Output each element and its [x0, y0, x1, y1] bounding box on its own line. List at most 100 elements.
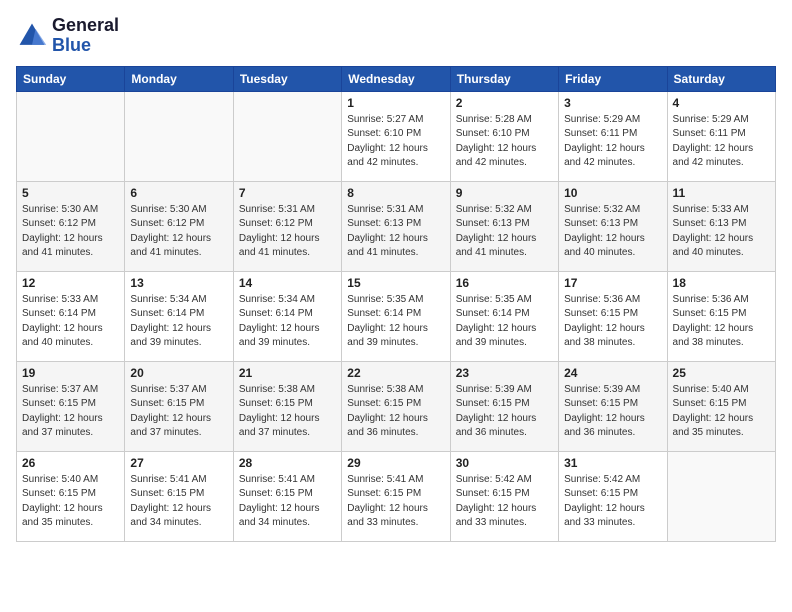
day-number: 8: [347, 186, 444, 200]
day-number: 18: [673, 276, 770, 290]
calendar-header-saturday: Saturday: [667, 66, 775, 91]
day-number: 14: [239, 276, 336, 290]
day-number: 10: [564, 186, 661, 200]
day-number: 15: [347, 276, 444, 290]
calendar-cell: 14 Sunrise: 5:34 AM Sunset: 6:14 PM Dayli…: [233, 271, 341, 361]
day-number: 27: [130, 456, 227, 470]
calendar-cell: 24 Sunrise: 5:39 AM Sunset: 6:15 PM Dayli…: [559, 361, 667, 451]
logo-icon: [16, 20, 48, 52]
day-number: 11: [673, 186, 770, 200]
calendar-cell: 19 Sunrise: 5:37 AM Sunset: 6:15 PM Dayli…: [17, 361, 125, 451]
day-info: Sunrise: 5:27 AM Sunset: 6:10 PM Dayligh…: [347, 113, 444, 171]
calendar-cell: 2 Sunrise: 5:28 AM Sunset: 6:10 PM Daylig…: [450, 91, 558, 181]
calendar-cell: 1 Sunrise: 5:27 AM Sunset: 6:10 PM Daylig…: [342, 91, 450, 181]
day-number: 25: [673, 366, 770, 380]
day-info: Sunrise: 5:30 AM Sunset: 6:12 PM Dayligh…: [130, 203, 227, 261]
calendar-cell: 3 Sunrise: 5:29 AM Sunset: 6:11 PM Daylig…: [559, 91, 667, 181]
day-info: Sunrise: 5:34 AM Sunset: 6:14 PM Dayligh…: [239, 293, 336, 351]
calendar-cell: 18 Sunrise: 5:36 AM Sunset: 6:15 PM Dayli…: [667, 271, 775, 361]
calendar-cell: [125, 91, 233, 181]
calendar-week-1: 1 Sunrise: 5:27 AM Sunset: 6:10 PM Daylig…: [17, 91, 776, 181]
day-info: Sunrise: 5:37 AM Sunset: 6:15 PM Dayligh…: [22, 383, 119, 441]
calendar-cell: 6Sunrise: 5:30 AM Sunset: 6:12 PM Daylig…: [125, 181, 233, 271]
day-number: 21: [239, 366, 336, 380]
day-info: Sunrise: 5:36 AM Sunset: 6:15 PM Dayligh…: [673, 293, 770, 351]
day-info: Sunrise: 5:39 AM Sunset: 6:15 PM Dayligh…: [564, 383, 661, 441]
day-number: 7: [239, 186, 336, 200]
day-number: 9: [456, 186, 553, 200]
day-info: Sunrise: 5:28 AM Sunset: 6:10 PM Dayligh…: [456, 113, 553, 171]
calendar-cell: 23Sunrise: 5:39 AM Sunset: 6:15 PM Dayli…: [450, 361, 558, 451]
day-number: 12: [22, 276, 119, 290]
calendar-header-sunday: Sunday: [17, 66, 125, 91]
day-number: 16: [456, 276, 553, 290]
calendar-cell: 28 Sunrise: 5:41 AM Sunset: 6:15 PM Dayli…: [233, 451, 341, 541]
day-info: Sunrise: 5:31 AM Sunset: 6:12 PM Dayligh…: [239, 203, 336, 261]
day-info: Sunrise: 5:31 AM Sunset: 6:13 PM Dayligh…: [347, 203, 444, 261]
day-number: 2: [456, 96, 553, 110]
calendar-cell: 10Sunrise: 5:32 AM Sunset: 6:13 PM Dayli…: [559, 181, 667, 271]
calendar-cell: 13Sunrise: 5:34 AM Sunset: 6:14 PM Dayli…: [125, 271, 233, 361]
day-number: 1: [347, 96, 444, 110]
day-info: Sunrise: 5:41 AM Sunset: 6:15 PM Dayligh…: [130, 473, 227, 531]
calendar-cell: 9 Sunrise: 5:32 AM Sunset: 6:13 PM Daylig…: [450, 181, 558, 271]
calendar-cell: 21Sunrise: 5:38 AM Sunset: 6:15 PM Dayli…: [233, 361, 341, 451]
day-number: 26: [22, 456, 119, 470]
calendar-cell: 31 Sunrise: 5:42 AM Sunset: 6:15 PM Dayli…: [559, 451, 667, 541]
day-info: Sunrise: 5:34 AM Sunset: 6:14 PM Dayligh…: [130, 293, 227, 351]
calendar-cell: 5 Sunrise: 5:30 AM Sunset: 6:12 PM Daylig…: [17, 181, 125, 271]
calendar-cell: [233, 91, 341, 181]
day-info: Sunrise: 5:40 AM Sunset: 6:15 PM Dayligh…: [673, 383, 770, 441]
calendar-week-5: 26 Sunrise: 5:40 AM Sunset: 6:15 PM Dayli…: [17, 451, 776, 541]
day-info: Sunrise: 5:36 AM Sunset: 6:15 PM Dayligh…: [564, 293, 661, 351]
day-number: 29: [347, 456, 444, 470]
calendar-table: SundayMondayTuesdayWednesdayThursdayFrid…: [16, 66, 776, 542]
day-number: 17: [564, 276, 661, 290]
calendar-cell: 7 Sunrise: 5:31 AM Sunset: 6:12 PM Daylig…: [233, 181, 341, 271]
calendar-header-tuesday: Tuesday: [233, 66, 341, 91]
calendar-header-wednesday: Wednesday: [342, 66, 450, 91]
day-number: 19: [22, 366, 119, 380]
day-info: Sunrise: 5:29 AM Sunset: 6:11 PM Dayligh…: [673, 113, 770, 171]
logo-text: General Blue: [52, 16, 119, 56]
calendar-cell: [17, 91, 125, 181]
day-info: Sunrise: 5:33 AM Sunset: 6:13 PM Dayligh…: [673, 203, 770, 261]
day-number: 20: [130, 366, 227, 380]
day-info: Sunrise: 5:41 AM Sunset: 6:15 PM Dayligh…: [239, 473, 336, 531]
day-info: Sunrise: 5:29 AM Sunset: 6:11 PM Dayligh…: [564, 113, 661, 171]
calendar-cell: 25 Sunrise: 5:40 AM Sunset: 6:15 PM Dayli…: [667, 361, 775, 451]
day-number: 3: [564, 96, 661, 110]
day-number: 30: [456, 456, 553, 470]
day-info: Sunrise: 5:32 AM Sunset: 6:13 PM Dayligh…: [456, 203, 553, 261]
calendar-cell: 16 Sunrise: 5:35 AM Sunset: 6:14 PM Dayli…: [450, 271, 558, 361]
calendar-cell: [667, 451, 775, 541]
day-info: Sunrise: 5:41 AM Sunset: 6:15 PM Dayligh…: [347, 473, 444, 531]
day-number: 28: [239, 456, 336, 470]
day-info: Sunrise: 5:35 AM Sunset: 6:14 PM Dayligh…: [347, 293, 444, 351]
day-number: 31: [564, 456, 661, 470]
calendar-cell: 27 Sunrise: 5:41 AM Sunset: 6:15 PM Dayli…: [125, 451, 233, 541]
day-info: Sunrise: 5:33 AM Sunset: 6:14 PM Dayligh…: [22, 293, 119, 351]
calendar-cell: 15 Sunrise: 5:35 AM Sunset: 6:14 PM Dayli…: [342, 271, 450, 361]
day-info: Sunrise: 5:42 AM Sunset: 6:15 PM Dayligh…: [456, 473, 553, 531]
calendar-week-3: 12 Sunrise: 5:33 AM Sunset: 6:14 PM Dayli…: [17, 271, 776, 361]
calendar-cell: 20Sunrise: 5:37 AM Sunset: 6:15 PM Dayli…: [125, 361, 233, 451]
calendar-cell: 30 Sunrise: 5:42 AM Sunset: 6:15 PM Dayli…: [450, 451, 558, 541]
day-number: 5: [22, 186, 119, 200]
calendar-header-friday: Friday: [559, 66, 667, 91]
calendar-cell: 26 Sunrise: 5:40 AM Sunset: 6:15 PM Dayli…: [17, 451, 125, 541]
calendar-cell: 29 Sunrise: 5:41 AM Sunset: 6:15 PM Dayli…: [342, 451, 450, 541]
calendar-cell: 17 Sunrise: 5:36 AM Sunset: 6:15 PM Dayli…: [559, 271, 667, 361]
calendar-cell: 12 Sunrise: 5:33 AM Sunset: 6:14 PM Dayli…: [17, 271, 125, 361]
calendar-cell: 4Sunrise: 5:29 AM Sunset: 6:11 PM Daylig…: [667, 91, 775, 181]
day-info: Sunrise: 5:40 AM Sunset: 6:15 PM Dayligh…: [22, 473, 119, 531]
day-info: Sunrise: 5:42 AM Sunset: 6:15 PM Dayligh…: [564, 473, 661, 531]
calendar-header-row: SundayMondayTuesdayWednesdayThursdayFrid…: [17, 66, 776, 91]
calendar-cell: 22Sunrise: 5:38 AM Sunset: 6:15 PM Dayli…: [342, 361, 450, 451]
day-number: 24: [564, 366, 661, 380]
day-info: Sunrise: 5:30 AM Sunset: 6:12 PM Dayligh…: [22, 203, 119, 261]
logo: General Blue: [16, 16, 119, 56]
day-number: 22: [347, 366, 444, 380]
day-info: Sunrise: 5:35 AM Sunset: 6:14 PM Dayligh…: [456, 293, 553, 351]
calendar-cell: 8 Sunrise: 5:31 AM Sunset: 6:13 PM Daylig…: [342, 181, 450, 271]
